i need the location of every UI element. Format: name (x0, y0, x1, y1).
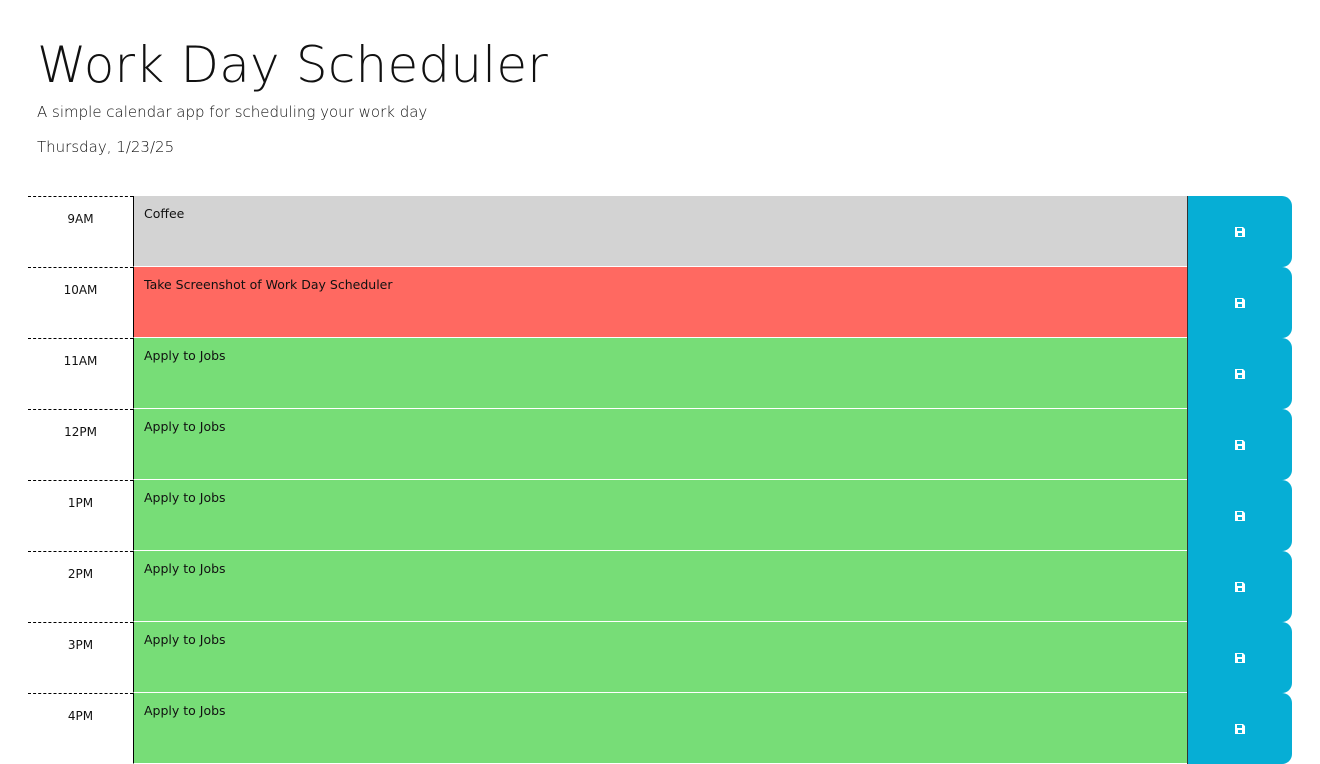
page-title: Work Day Scheduler (37, 36, 549, 94)
save-icon (1235, 652, 1245, 663)
schedule: 9AM Coffee 10AM Take Screenshot of Work … (28, 196, 1292, 764)
time-block-text[interactable]: Apply to Jobs (133, 551, 1187, 622)
time-block-row: 11AM Apply to Jobs (28, 338, 1292, 409)
save-icon (1235, 297, 1245, 308)
time-block-row: 3PM Apply to Jobs (28, 622, 1292, 693)
hour-label: 2PM (28, 551, 133, 622)
hour-label: 3PM (28, 622, 133, 693)
time-block-text[interactable]: Apply to Jobs (133, 480, 1187, 551)
time-block-text[interactable]: Take Screenshot of Work Day Scheduler (133, 267, 1187, 338)
save-icon (1235, 510, 1245, 521)
save-icon (1235, 723, 1245, 734)
hour-label: 10AM (28, 267, 133, 338)
time-block-row: 4PM Apply to Jobs (28, 693, 1292, 764)
save-icon (1235, 581, 1245, 592)
time-block-text[interactable]: Apply to Jobs (133, 693, 1187, 764)
time-block-row: 9AM Coffee (28, 196, 1292, 267)
time-block-text[interactable]: Apply to Jobs (133, 622, 1187, 693)
hour-label: 4PM (28, 693, 133, 764)
save-button[interactable] (1187, 196, 1292, 267)
time-block-text[interactable]: Coffee (133, 196, 1187, 267)
save-button[interactable] (1187, 480, 1292, 551)
save-button[interactable] (1187, 551, 1292, 622)
save-icon (1235, 439, 1245, 450)
page-subtitle: A simple calendar app for scheduling you… (37, 103, 428, 121)
save-icon (1235, 368, 1245, 379)
save-button[interactable] (1187, 267, 1292, 338)
hour-label: 1PM (28, 480, 133, 551)
hour-label: 12PM (28, 409, 133, 480)
time-block-row: 1PM Apply to Jobs (28, 480, 1292, 551)
time-block-row: 2PM Apply to Jobs (28, 551, 1292, 622)
time-block-row: 12PM Apply to Jobs (28, 409, 1292, 480)
save-button[interactable] (1187, 622, 1292, 693)
time-block-text[interactable]: Apply to Jobs (133, 409, 1187, 480)
hour-label: 9AM (28, 196, 133, 267)
hour-label: 11AM (28, 338, 133, 409)
save-button[interactable] (1187, 409, 1292, 480)
current-day: Thursday, 1/23/25 (37, 138, 175, 156)
time-block-row: 10AM Take Screenshot of Work Day Schedul… (28, 267, 1292, 338)
save-button[interactable] (1187, 693, 1292, 764)
time-block-text[interactable]: Apply to Jobs (133, 338, 1187, 409)
save-icon (1235, 226, 1245, 237)
save-button[interactable] (1187, 338, 1292, 409)
